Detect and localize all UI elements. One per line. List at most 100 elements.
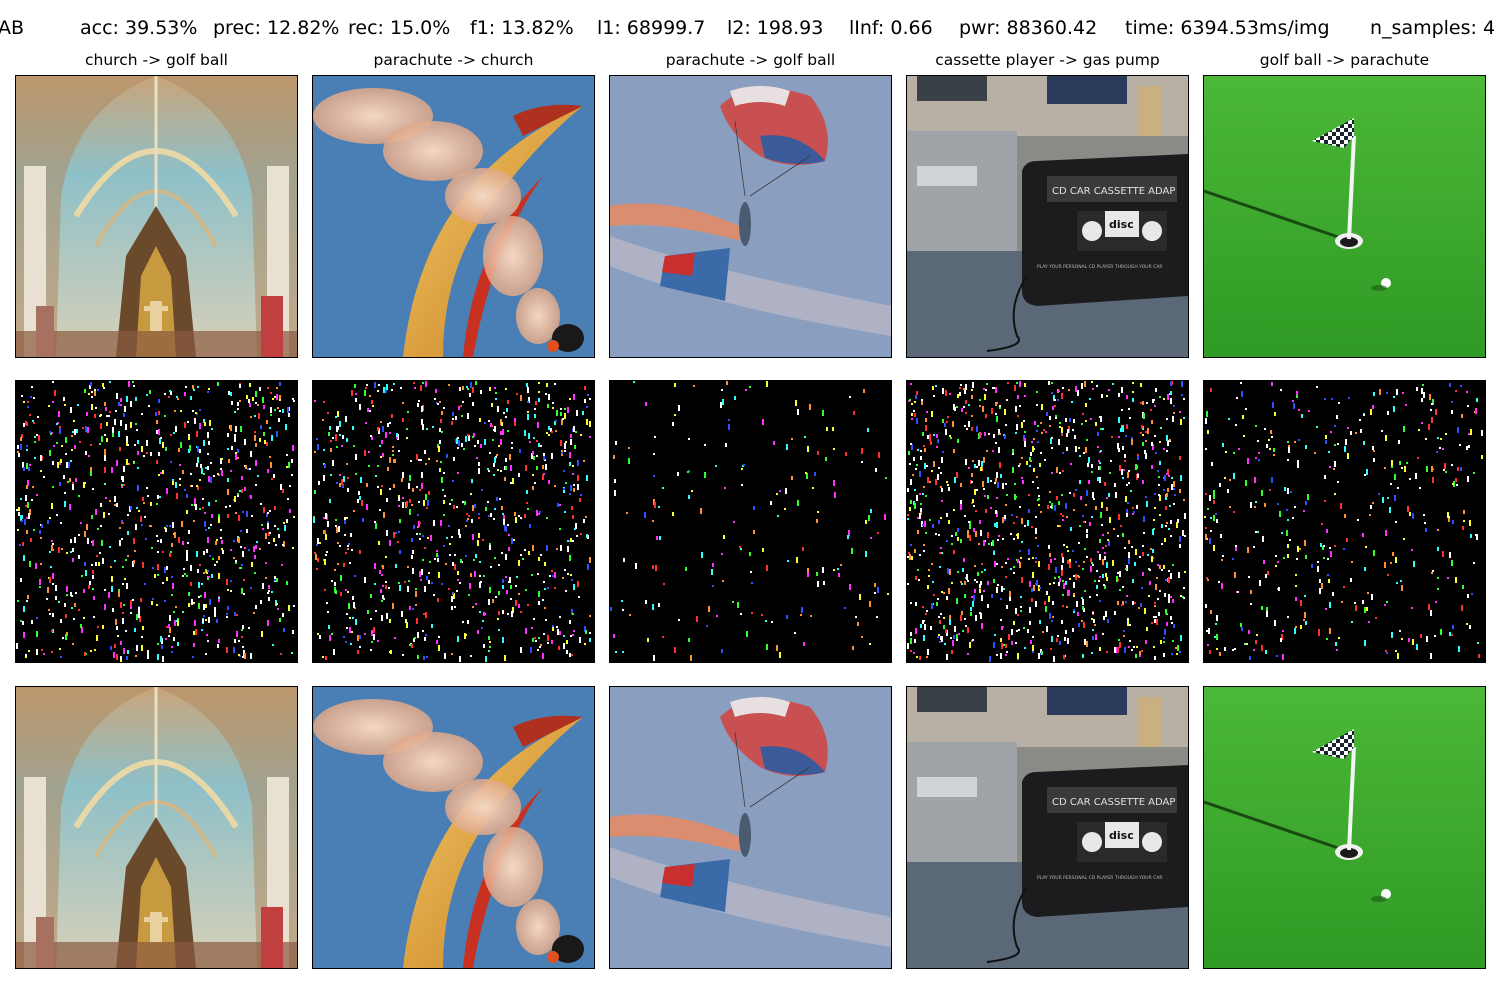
noise-pixel <box>822 410 824 416</box>
noise-pixel <box>925 613 927 615</box>
noise-pixel <box>1036 391 1038 393</box>
noise-pixel <box>19 544 21 546</box>
noise-pixel <box>941 591 943 593</box>
noise-pixel <box>264 440 266 444</box>
noise-pixel <box>1035 528 1037 534</box>
noise-pixel <box>516 576 518 578</box>
noise-pixel <box>969 642 971 648</box>
noise-pixel <box>951 650 953 654</box>
noise-pixel <box>203 572 205 574</box>
noise-pixel <box>1467 405 1469 407</box>
noise-pixel <box>249 403 251 407</box>
noise-pixel <box>246 529 248 533</box>
noise-pixel <box>1105 611 1107 617</box>
noise-pixel <box>910 443 912 445</box>
noise-pixel <box>629 614 631 616</box>
noise-pixel <box>1248 576 1250 578</box>
noise-pixel <box>1030 452 1032 456</box>
noise-pixel <box>971 596 973 598</box>
noise-pixel <box>95 562 97 566</box>
noise-pixel <box>1183 587 1185 589</box>
noise-pixel <box>1099 539 1101 543</box>
noise-pixel <box>402 497 404 499</box>
noise-pixel <box>739 546 741 548</box>
noise-pixel <box>509 577 511 583</box>
noise-pixel <box>1421 398 1423 402</box>
noise-pixel <box>382 585 384 587</box>
column-title-5: golf ball -> parachute <box>1259 51 1430 69</box>
noise-pixel <box>1165 579 1167 581</box>
noise-pixel <box>1125 601 1127 603</box>
noise-pixel <box>274 396 276 398</box>
noise-pixel <box>115 410 117 412</box>
noise-pixel <box>972 639 974 641</box>
noise-pixel <box>1081 423 1083 425</box>
noise-pixel <box>421 406 423 412</box>
noise-pixel <box>137 485 139 491</box>
noise-pixel <box>565 441 567 443</box>
noise-pixel <box>186 550 188 556</box>
noise-pixel <box>1329 547 1331 549</box>
noise-pixel <box>352 426 354 430</box>
noise-pixel <box>1148 568 1150 570</box>
noise-pixel <box>84 652 86 656</box>
noise-pixel <box>516 393 518 395</box>
noise-pixel <box>137 451 139 455</box>
noise-pixel <box>1173 481 1175 487</box>
noise-pixel <box>926 656 928 658</box>
noise-pixel <box>392 603 394 609</box>
noise-pixel <box>1207 644 1209 646</box>
noise-pixel <box>536 440 538 442</box>
noise-pixel <box>1061 570 1063 576</box>
noise-pixel <box>943 592 945 594</box>
noise-pixel <box>1179 489 1181 493</box>
noise-pixel <box>949 615 951 619</box>
noise-pixel <box>122 583 124 585</box>
noise-pixel <box>615 651 617 653</box>
noise-pixel <box>935 385 937 387</box>
noise-pixel <box>1121 387 1123 393</box>
noise-pixel <box>1420 634 1422 638</box>
noise-pixel <box>65 614 67 618</box>
noise-pixel <box>441 431 443 433</box>
noise-pixel <box>164 393 166 395</box>
noise-pixel <box>23 555 25 561</box>
noise-pixel <box>1469 520 1471 526</box>
noise-pixel <box>536 466 538 470</box>
noise-pixel <box>1128 470 1130 472</box>
noise-pixel <box>1106 562 1108 568</box>
noise-pixel <box>1393 396 1395 398</box>
noise-pixel <box>126 656 128 660</box>
noise-pixel <box>552 627 554 631</box>
noise-pixel <box>992 450 994 452</box>
noise-pixel <box>439 401 441 403</box>
noise-pixel <box>940 613 942 615</box>
noise-pixel <box>545 619 547 621</box>
noise-pixel <box>141 446 143 452</box>
noise-pixel <box>1213 500 1215 504</box>
noise-pixel <box>347 477 349 479</box>
noise-pixel <box>983 540 985 546</box>
noise-pixel <box>117 635 119 637</box>
noise-pixel <box>216 539 218 541</box>
noise-pixel <box>364 390 366 396</box>
noise-pixel <box>359 646 361 648</box>
noise-pixel <box>857 622 859 626</box>
noise-pixel <box>722 580 724 582</box>
noise-pixel <box>1222 555 1224 557</box>
noise-pixel <box>381 600 383 602</box>
noise-pixel <box>1115 492 1117 498</box>
noise-pixel <box>1036 404 1038 406</box>
noise-pixel <box>956 472 958 478</box>
noise-pixel <box>127 444 129 446</box>
noise-pixel <box>540 644 542 646</box>
noise-pixel <box>838 573 840 577</box>
noise-pixel <box>1426 466 1428 472</box>
noise-pixel <box>542 465 544 469</box>
noise-pixel <box>1038 561 1040 567</box>
noise-pixel <box>1122 586 1124 588</box>
noise-pixel <box>538 443 540 447</box>
noise-pixel <box>1134 562 1136 566</box>
noise-pixel <box>1205 534 1207 540</box>
noise-pixel <box>943 625 945 629</box>
